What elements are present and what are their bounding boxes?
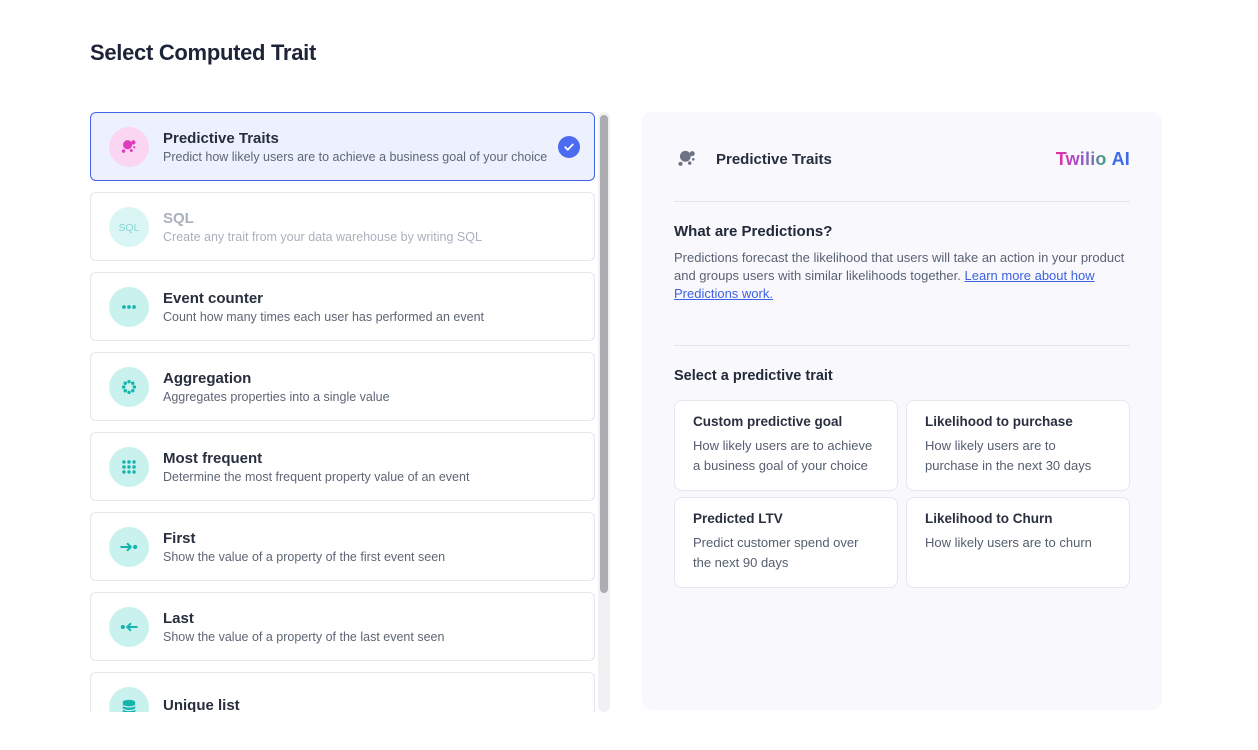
list-scrollbar-thumb[interactable] <box>600 115 608 593</box>
trait-list-item[interactable]: Last Show the value of a property of the… <box>90 592 595 661</box>
trait-list-item[interactable]: Event counter Count how many times each … <box>90 272 595 341</box>
predictive-trait-card[interactable]: Likelihood to Churn How likely users are… <box>906 497 1130 588</box>
trait-list-item[interactable]: Unique list <box>90 672 595 712</box>
card-title: Predicted LTV <box>693 511 879 526</box>
detail-panel: Predictive Traits TwilioAI What are Pred… <box>642 112 1162 710</box>
sql-icon: SQL <box>109 207 149 247</box>
detail-panel-header: Predictive Traits TwilioAI <box>642 112 1162 201</box>
event-counter-icon <box>109 287 149 327</box>
trait-title: Aggregation <box>163 370 580 387</box>
trait-title: Predictive Traits <box>163 130 550 147</box>
trait-list-item[interactable]: SQL SQL Create any trait from your data … <box>90 192 595 261</box>
first-icon <box>109 527 149 567</box>
list-scrollbar-track[interactable] <box>598 112 610 712</box>
select-predictive-trait-section: Select a predictive trait Custom predict… <box>642 346 1162 589</box>
detail-panel-title: Predictive Traits <box>716 151 1056 168</box>
trait-title: SQL <box>163 210 580 227</box>
trait-list-item[interactable]: Predictive Traits Predict how likely use… <box>90 112 595 181</box>
trait-title: Unique list <box>163 697 580 713</box>
predictive-trait-card[interactable]: Likelihood to purchase How likely users … <box>906 400 1130 491</box>
trait-description: Create any trait from your data warehous… <box>163 230 580 244</box>
trait-title: First <box>163 530 580 547</box>
page-title: Select Computed Trait <box>90 40 316 66</box>
about-heading: What are Predictions? <box>674 223 1130 240</box>
card-description: Predict customer spend over the next 90 … <box>693 533 879 573</box>
predictive-trait-card[interactable]: Custom predictive goal How likely users … <box>674 400 898 491</box>
selected-check-icon <box>558 136 580 158</box>
about-predictions-section: What are Predictions? Predictions foreca… <box>642 202 1162 304</box>
trait-description: Predict how likely users are to achieve … <box>163 150 550 164</box>
trait-list-item[interactable]: First Show the value of a property of th… <box>90 512 595 581</box>
select-trait-heading: Select a predictive trait <box>674 368 1130 384</box>
trait-description: Determine the most frequent property val… <box>163 470 580 484</box>
card-title: Likelihood to Churn <box>925 511 1111 526</box>
predictive-traits-icon <box>109 127 149 167</box>
twilio-ai-logo: TwilioAI <box>1056 149 1130 170</box>
card-description: How likely users are to purchase in the … <box>925 436 1111 476</box>
trait-description: Aggregates properties into a single valu… <box>163 390 580 404</box>
trait-description: Count how many times each user has perfo… <box>163 310 580 324</box>
aggregation-icon <box>109 367 149 407</box>
predictive-traits-icon <box>674 146 700 172</box>
trait-list: Predictive Traits Predict how likely use… <box>90 112 595 712</box>
card-description: How likely users are to churn <box>925 533 1111 553</box>
trait-title: Event counter <box>163 290 580 307</box>
trait-description: Show the value of a property of the firs… <box>163 550 580 564</box>
card-title: Custom predictive goal <box>693 414 879 429</box>
trait-list-item[interactable]: Most frequent Determine the most frequen… <box>90 432 595 501</box>
last-icon <box>109 607 149 647</box>
card-description: How likely users are to achieve a busine… <box>693 436 879 476</box>
card-title: Likelihood to purchase <box>925 414 1111 429</box>
predictive-trait-card[interactable]: Predicted LTV Predict customer spend ove… <box>674 497 898 588</box>
predictive-trait-cards: Custom predictive goal How likely users … <box>674 400 1130 589</box>
most-frequent-icon <box>109 447 149 487</box>
about-body: Predictions forecast the likelihood that… <box>674 249 1126 304</box>
unique-list-icon <box>109 687 149 713</box>
trait-description: Show the value of a property of the last… <box>163 630 580 644</box>
trait-list-item[interactable]: Aggregation Aggregates properties into a… <box>90 352 595 421</box>
svg-text:SQL: SQL <box>118 222 139 234</box>
trait-title: Last <box>163 610 580 627</box>
trait-title: Most frequent <box>163 450 580 467</box>
